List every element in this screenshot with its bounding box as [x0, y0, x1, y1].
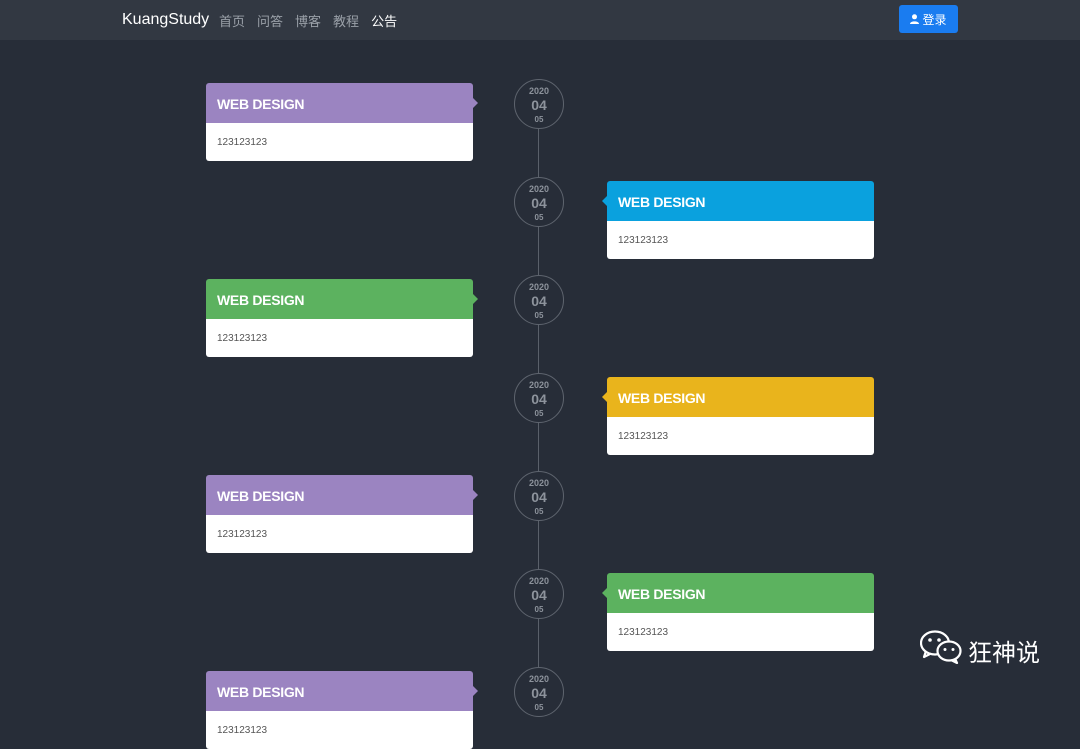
login-label: 登录: [922, 12, 947, 27]
date-year: 2020: [528, 282, 550, 292]
date-month: 05: [534, 605, 544, 614]
nav-link-announcement[interactable]: 公告: [371, 11, 397, 30]
top-navbar: KuangStudy 首页 问答 博客 教程 公告 登录: [0, 0, 1080, 40]
card-title: WEB DESIGN: [217, 684, 305, 700]
nav-link-tutorial[interactable]: 教程: [333, 11, 359, 30]
date-month: 05: [534, 115, 544, 124]
card-header: WEB DESIGN: [602, 181, 874, 221]
card-text: 123123123: [618, 431, 669, 442]
watermark: 狂神说: [919, 630, 1040, 671]
card-pointer: [602, 392, 607, 402]
date-circle: 2020 04 05: [514, 373, 564, 423]
card-body: 123123123: [206, 123, 473, 161]
date-month: 05: [534, 507, 544, 516]
card-header: WEB DESIGN: [206, 83, 478, 123]
date-year: 2020: [528, 380, 550, 390]
date-month: 05: [534, 213, 544, 222]
timeline: 2020 04 05 WEB DESIGN 123123123 2020 04 05 WEB D…: [0, 40, 1080, 749]
card-text: 123123123: [217, 137, 268, 148]
card-header: WEB DESIGN: [206, 671, 478, 711]
date-day: 04: [531, 587, 547, 603]
date-day: 04: [531, 195, 547, 211]
card-pointer: [473, 490, 478, 500]
date-circle: 2020 04 05: [514, 275, 564, 325]
card-title: WEB DESIGN: [618, 194, 706, 210]
date-day: 04: [531, 97, 547, 113]
brand-logo[interactable]: KuangStudy: [122, 11, 209, 29]
timeline-card[interactable]: WEB DESIGN 123123123: [602, 181, 874, 259]
date-year: 2020: [528, 478, 550, 488]
nav-link-blog[interactable]: 博客: [295, 11, 321, 30]
card-text: 123123123: [217, 725, 268, 736]
card-body: 123123123: [206, 515, 473, 553]
timeline-card[interactable]: WEB DESIGN 123123123: [206, 475, 478, 553]
date-year: 2020: [528, 674, 550, 684]
login-button[interactable]: 登录: [899, 5, 958, 33]
date-month: 05: [534, 703, 544, 712]
card-body: 123123123: [206, 711, 473, 749]
card-header: WEB DESIGN: [602, 377, 874, 417]
nav-links: 首页 问答 博客 教程 公告: [219, 11, 397, 30]
card-body: 123123123: [607, 221, 874, 259]
nav-link-home[interactable]: 首页: [219, 11, 245, 30]
timeline-card[interactable]: WEB DESIGN 123123123: [602, 573, 874, 651]
timeline-card[interactable]: WEB DESIGN 123123123: [206, 671, 478, 749]
timeline-card[interactable]: WEB DESIGN 123123123: [206, 83, 478, 161]
date-circle: 2020 04 05: [514, 569, 564, 619]
date-circle: 2020 04 05: [514, 667, 564, 717]
card-text: 123123123: [618, 235, 669, 246]
card-header: WEB DESIGN: [602, 573, 874, 613]
card-title: WEB DESIGN: [217, 488, 305, 504]
wechat-icon: [919, 630, 962, 671]
card-pointer: [473, 294, 478, 304]
user-icon: [910, 14, 920, 24]
card-text: 123123123: [217, 529, 268, 540]
card-title: WEB DESIGN: [618, 586, 706, 602]
date-day: 04: [531, 293, 547, 309]
card-title: WEB DESIGN: [217, 292, 305, 308]
card-body: 123123123: [607, 613, 874, 651]
card-title: WEB DESIGN: [217, 96, 305, 112]
date-day: 04: [531, 391, 547, 407]
card-title: WEB DESIGN: [618, 390, 706, 406]
card-pointer: [602, 196, 607, 206]
date-circle: 2020 04 05: [514, 471, 564, 521]
card-pointer: [473, 98, 478, 108]
date-year: 2020: [528, 184, 550, 194]
date-circle: 2020 04 05: [514, 177, 564, 227]
date-month: 05: [534, 409, 544, 418]
date-circle: 2020 04 05: [514, 79, 564, 129]
date-day: 04: [531, 489, 547, 505]
nav-link-qa[interactable]: 问答: [257, 11, 283, 30]
date-year: 2020: [528, 86, 550, 96]
card-text: 123123123: [618, 627, 669, 638]
card-body: 123123123: [206, 319, 473, 357]
card-body: 123123123: [607, 417, 874, 455]
card-pointer: [602, 588, 607, 598]
timeline-card[interactable]: WEB DESIGN 123123123: [602, 377, 874, 455]
card-header: WEB DESIGN: [206, 279, 478, 319]
date-month: 05: [534, 311, 544, 320]
card-text: 123123123: [217, 333, 268, 344]
timeline-card[interactable]: WEB DESIGN 123123123: [206, 279, 478, 357]
card-header: WEB DESIGN: [206, 475, 478, 515]
date-day: 04: [531, 685, 547, 701]
card-pointer: [473, 686, 478, 696]
watermark-text: 狂神说: [968, 640, 1040, 667]
date-year: 2020: [528, 576, 550, 586]
